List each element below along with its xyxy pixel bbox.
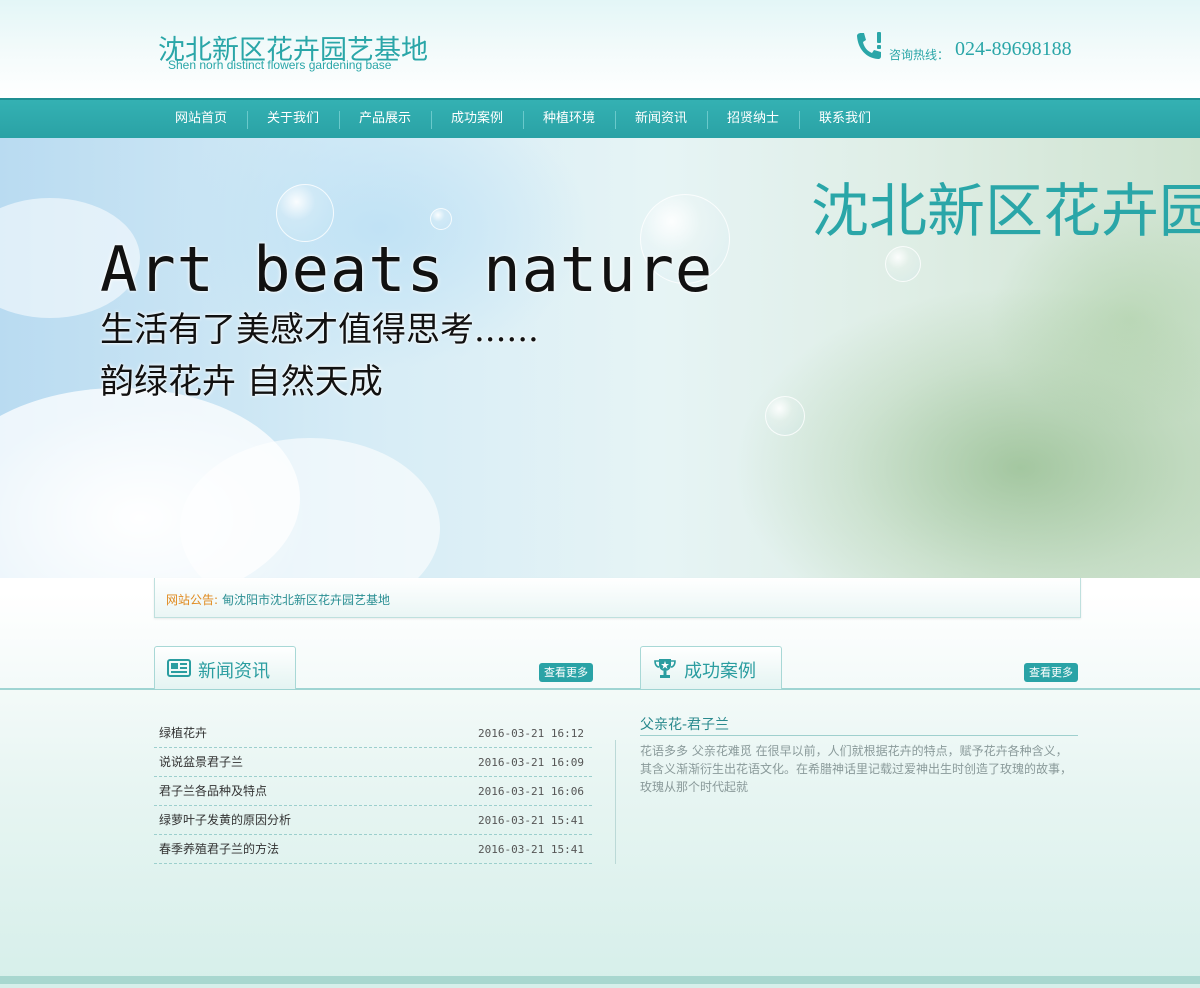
news-date: 2016-03-21 16:06 [478,785,584,798]
news-title[interactable]: 说说盆景君子兰 [159,748,243,777]
nav-item-cases[interactable]: 成功案例 [431,100,523,138]
banner-title: 沈北新区花卉园艺 [811,177,1200,245]
nav-item-jobs[interactable]: 招贤纳士 [707,100,799,138]
newspaper-icon [167,659,191,677]
list-item: 绿萝叶子发黄的原因分析 2016-03-21 15:41 [154,806,592,835]
news-date: 2016-03-21 16:09 [478,756,584,769]
notice-text[interactable]: 甸沈阳市沈北新区花卉园艺基地 [222,591,390,608]
case-description: 花语多多 父亲花难觅 在很早以前，人们就根据花卉的特点，赋予花卉各种含义，其含义… [640,744,1073,794]
list-item: 春季养殖君子兰的方法 2016-03-21 15:41 [154,835,592,864]
news-title[interactable]: 绿植花卉 [159,719,207,748]
news-title[interactable]: 春季养殖君子兰的方法 [159,835,279,864]
news-title[interactable]: 绿萝叶子发黄的原因分析 [159,806,291,835]
column-divider [615,740,616,864]
hotline-number: 024-89698188 [955,38,1072,60]
news-list: 绿植花卉 2016-03-21 16:12 说说盆景君子兰 2016-03-21… [154,719,592,864]
notice-label: 网站公告: [166,593,219,607]
list-item: 君子兰各品种及特点 2016-03-21 16:06 [154,777,592,806]
notice-bar: 网站公告: 甸沈阳市沈北新区花卉园艺基地 [154,578,1081,618]
footer-bar [0,976,1200,984]
site-header: 沈北新区花卉园艺基地 Shen norh distinct flowers ga… [0,0,1200,98]
news-date: 2016-03-21 16:12 [478,727,584,740]
trophy-icon [654,659,676,678]
banner-bubble [430,208,452,230]
banner-tagline: Art beats nature [100,233,714,306]
cases-section-title: 成功案例 [684,661,756,682]
hotline-label: 咨询热线： [889,48,950,62]
banner-slogan-1: 生活有了美感才值得思考...... [100,310,539,350]
hero-banner: 沈北新区花卉园艺 Art beats nature 生活有了美感才值得思考...… [0,138,1200,578]
banner-bubble [765,396,805,436]
cases-more-button[interactable]: 查看更多 [1024,663,1078,682]
main-nav: 网站首页 关于我们 产品展示 成功案例 种植环境 新闻资讯 招贤纳士 联系我们 [0,98,1200,138]
news-title[interactable]: 君子兰各品种及特点 [159,777,267,806]
nav-item-news[interactable]: 新闻资讯 [615,100,707,138]
list-item: 绿植花卉 2016-03-21 16:12 [154,719,592,748]
banner-slogan-2: 韵绿花卉 自然天成 [100,362,383,402]
list-item: 说说盆景君子兰 2016-03-21 16:09 [154,748,592,777]
nav-item-about[interactable]: 关于我们 [247,100,339,138]
logo-subtitle: Shen norh distinct flowers gardening bas… [168,58,392,72]
news-section-tab: 新闻资讯 [154,646,296,689]
news-date: 2016-03-21 15:41 [478,843,584,856]
cases-section-tab: 成功案例 [640,646,782,689]
news-more-button[interactable]: 查看更多 [539,663,593,682]
news-section-title: 新闻资讯 [198,661,270,682]
nav-item-home[interactable]: 网站首页 [155,100,247,138]
nav-item-environment[interactable]: 种植环境 [523,100,615,138]
nav-item-contact[interactable]: 联系我们 [799,100,891,138]
phone-icon [857,32,881,59]
banner-bubble [885,246,921,282]
case-title[interactable]: 父亲花-君子兰 [640,714,1078,736]
news-date: 2016-03-21 15:41 [478,814,584,827]
nav-item-products[interactable]: 产品展示 [339,100,431,138]
